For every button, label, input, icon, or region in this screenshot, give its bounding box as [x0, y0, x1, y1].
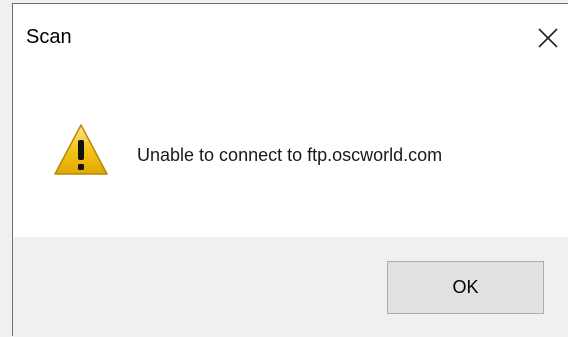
title-bar: Scan — [13, 4, 568, 76]
close-icon — [538, 28, 558, 48]
dialog-content: Unable to connect to ftp.oscworld.com — [13, 76, 568, 237]
warning-icon — [54, 124, 108, 175]
close-button[interactable] — [528, 18, 568, 58]
message-dialog: Scan Unable to connect to ftp.oscworld.c… — [12, 3, 568, 337]
window-title: Scan — [26, 26, 72, 48]
error-message: Unable to connect to ftp.oscworld.com — [137, 145, 443, 165]
ok-button[interactable]: OK — [387, 261, 544, 314]
dialog-footer: OK — [13, 237, 568, 337]
